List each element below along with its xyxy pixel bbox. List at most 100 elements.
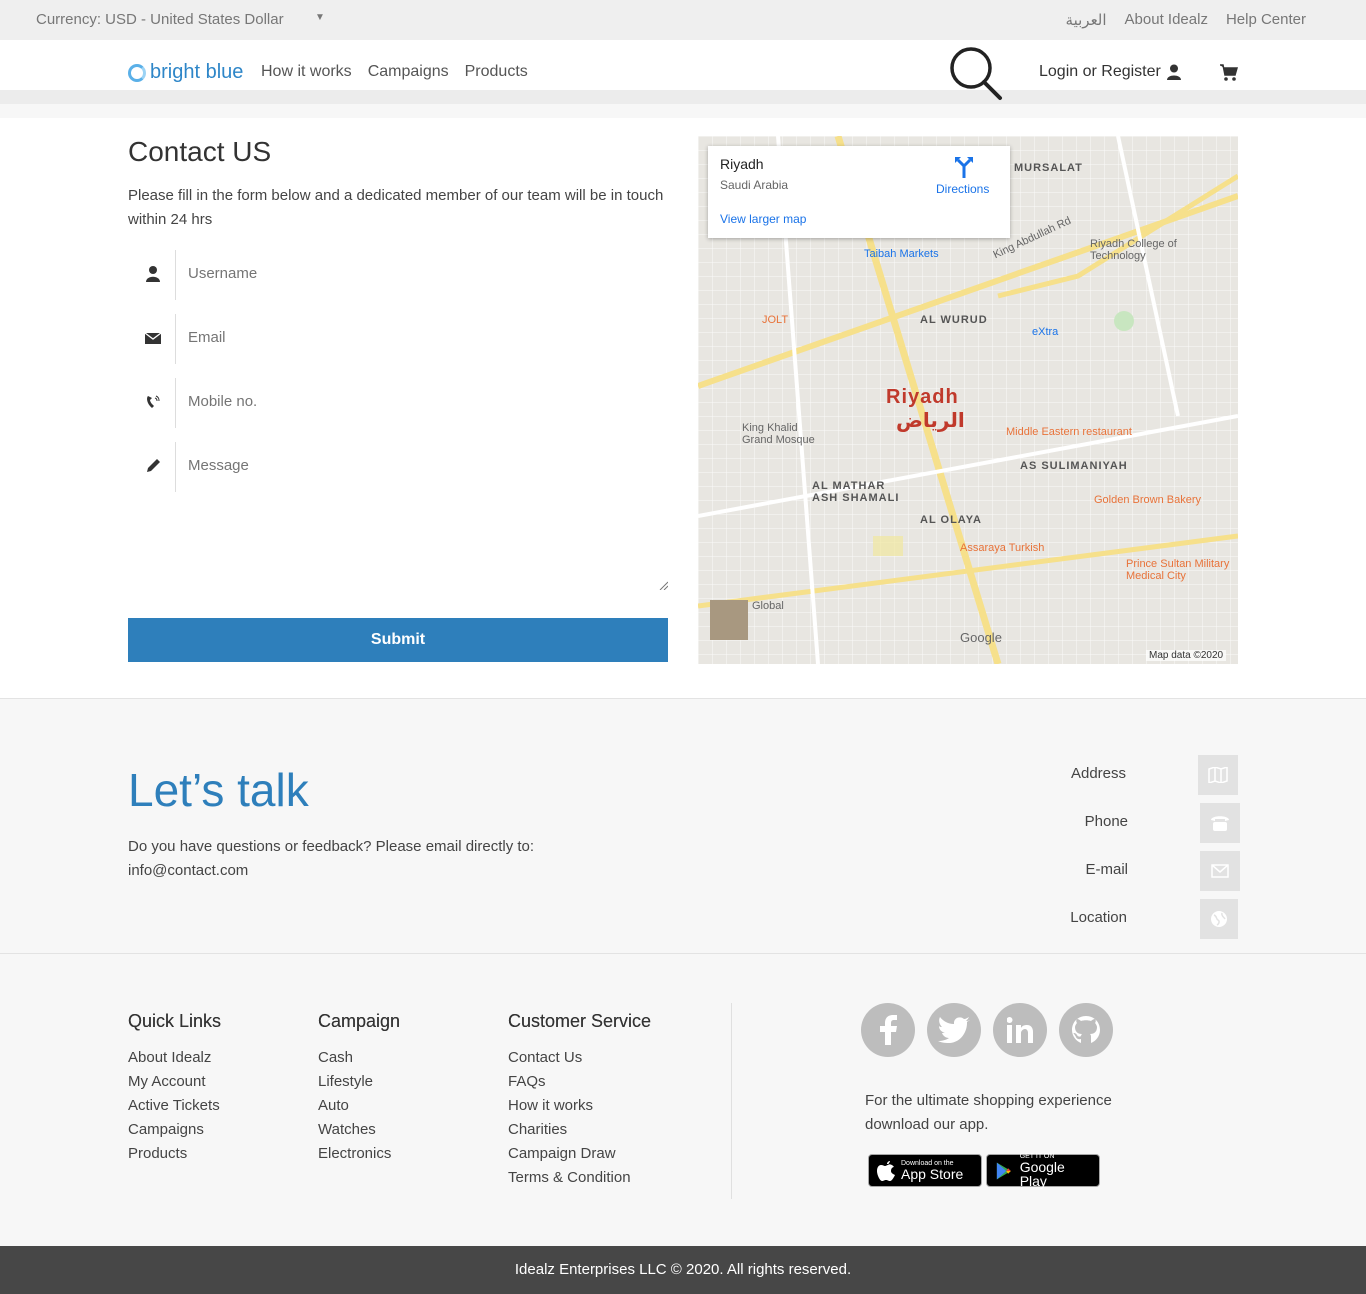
directions-link[interactable]: Directions: [936, 182, 989, 196]
map-label: AL WURUD: [920, 314, 988, 326]
app-store-text: App Store: [901, 1166, 964, 1182]
message-field: [128, 442, 668, 492]
copyright-bar: Idealz Enterprises LLC © 2020. All right…: [0, 1246, 1366, 1294]
footer-link[interactable]: Lifestyle: [318, 1070, 400, 1094]
map-label: AL MATHAR ASH SHAMALI: [812, 480, 900, 504]
footer-link[interactable]: Terms & Condition: [508, 1166, 651, 1190]
social-links: [861, 1003, 1113, 1057]
map-info-card: Riyadh Saudi Arabia View larger map Dire…: [708, 146, 1010, 238]
email-input[interactable]: [188, 329, 648, 346]
email-row: E-mail: [938, 851, 1240, 891]
campaign-column: Campaign Cash Lifestyle Auto Watches Ele…: [318, 1011, 400, 1166]
search-icon[interactable]: [946, 44, 1004, 102]
login-register-link[interactable]: Login or Register: [1039, 63, 1181, 81]
view-larger-map-link[interactable]: View larger map: [720, 212, 806, 226]
mobile-input[interactable]: [188, 393, 648, 410]
email-label: E-mail: [1085, 861, 1128, 878]
map-label: Golden Brown Bakery: [1094, 494, 1201, 506]
top-bar: Currency: USD - United States Dollar ▼ ا…: [0, 0, 1366, 40]
map-label: Riyadh College of Technology: [1090, 238, 1177, 262]
field-divider: [175, 378, 176, 428]
map-label: King Khalid Grand Mosque: [742, 422, 815, 446]
map-label: Assaraya Turkish: [960, 542, 1045, 554]
resize-handle-icon[interactable]: [658, 580, 668, 590]
caret-down-icon[interactable]: ▼: [315, 12, 325, 23]
help-center-link[interactable]: Help Center: [1226, 11, 1306, 29]
footer-link[interactable]: Auto: [318, 1094, 400, 1118]
google-play-text: Google Play: [1019, 1159, 1065, 1189]
map-label: eXtra: [1032, 326, 1059, 338]
email-field: [128, 314, 668, 364]
github-icon[interactable]: [1059, 1003, 1113, 1057]
currency-selector[interactable]: Currency: USD - United States Dollar: [36, 11, 284, 28]
footer: Quick Links About Idealz My Account Acti…: [0, 955, 1366, 1246]
app-promo-text: For the ultimate shopping experience dow…: [865, 1092, 1112, 1133]
phone-row: Phone: [938, 803, 1240, 843]
field-divider: [175, 442, 176, 492]
map-label: Taibah Markets: [864, 248, 939, 260]
footer-link[interactable]: Active Tickets: [128, 1094, 221, 1118]
directions-icon[interactable]: [954, 156, 974, 178]
cart-icon[interactable]: [1219, 62, 1239, 82]
map-embed[interactable]: Riyadh Saudi Arabia View larger map Dire…: [698, 136, 1238, 664]
map-attribution: Map data ©2020: [1146, 650, 1227, 661]
phone-label: Phone: [1084, 813, 1128, 830]
map-city-label-ar: الرياض: [896, 410, 965, 432]
phone-icon: [147, 395, 160, 408]
top-links: العربية About Idealz Help Center: [1066, 11, 1306, 29]
footer-link[interactable]: Contact Us: [508, 1046, 651, 1070]
about-link[interactable]: About Idealz: [1125, 11, 1208, 29]
envelope-icon: [144, 332, 162, 344]
globe-icon[interactable]: [1200, 899, 1238, 939]
campaign-title: Campaign: [318, 1011, 401, 1031]
footer-link[interactable]: Cash: [318, 1046, 400, 1070]
contact-email-link[interactable]: info@contact.com: [128, 859, 534, 883]
username-input[interactable]: [188, 265, 648, 282]
map-label: Middle Eastern restaurant: [1006, 426, 1132, 438]
footer-link[interactable]: Products: [128, 1142, 221, 1166]
linkedin-icon[interactable]: [993, 1003, 1047, 1057]
lets-talk-section: Let’s talk Do you have questions or feed…: [0, 698, 1366, 954]
message-input[interactable]: [188, 457, 648, 474]
footer-link[interactable]: My Account: [128, 1070, 221, 1094]
navbar: bright blue How it works Campaigns Produ…: [0, 40, 1366, 104]
footer-link[interactable]: Campaigns: [128, 1118, 221, 1142]
customer-service-title: Customer Service: [508, 1011, 652, 1031]
contact-section: Contact US Please fill in the form below…: [0, 118, 1366, 698]
language-link[interactable]: العربية: [1066, 11, 1107, 29]
mail-icon[interactable]: [1200, 851, 1240, 891]
footer-link[interactable]: How it works: [508, 1094, 651, 1118]
map-place-name: Riyadh: [720, 156, 764, 172]
footer-link[interactable]: Electronics: [318, 1142, 400, 1166]
logo[interactable]: bright blue: [128, 61, 243, 84]
location-row: Location: [938, 899, 1238, 939]
nav-how-it-works[interactable]: How it works: [261, 63, 352, 81]
user-icon: [146, 266, 160, 282]
customer-service-column: Customer Service Contact Us FAQs How it …: [508, 1011, 651, 1190]
footer-link[interactable]: Watches: [318, 1118, 400, 1142]
username-field: [128, 250, 668, 300]
map-icon[interactable]: [1198, 755, 1238, 795]
quick-links-column: Quick Links About Idealz My Account Acti…: [128, 1011, 221, 1166]
nav-campaigns[interactable]: Campaigns: [368, 63, 449, 81]
twitter-icon[interactable]: [927, 1003, 981, 1057]
login-label: Login or Register: [1039, 63, 1161, 80]
app-store-badge[interactable]: Download on the App Store: [868, 1154, 982, 1187]
footer-link[interactable]: Campaign Draw: [508, 1142, 651, 1166]
mobile-field: [128, 378, 668, 428]
play-store-icon: [996, 1162, 1011, 1179]
lets-talk-title: Let’s talk: [128, 764, 309, 816]
map-label: Prince Sultan Military Medical City: [1126, 558, 1230, 582]
facebook-icon[interactable]: [861, 1003, 915, 1057]
nav-products[interactable]: Products: [465, 63, 528, 81]
telephone-icon[interactable]: [1200, 803, 1240, 843]
footer-link[interactable]: FAQs: [508, 1070, 651, 1094]
page-title: Contact US: [128, 136, 272, 167]
logo-mark-icon: [128, 63, 146, 82]
address-label: Address: [1070, 765, 1126, 782]
map-label: Global: [752, 600, 784, 612]
google-play-badge[interactable]: GET IT ON Google Play: [986, 1153, 1100, 1189]
footer-link[interactable]: About Idealz: [128, 1046, 221, 1070]
footer-link[interactable]: Charities: [508, 1118, 651, 1142]
submit-button[interactable]: Submit: [128, 618, 668, 662]
